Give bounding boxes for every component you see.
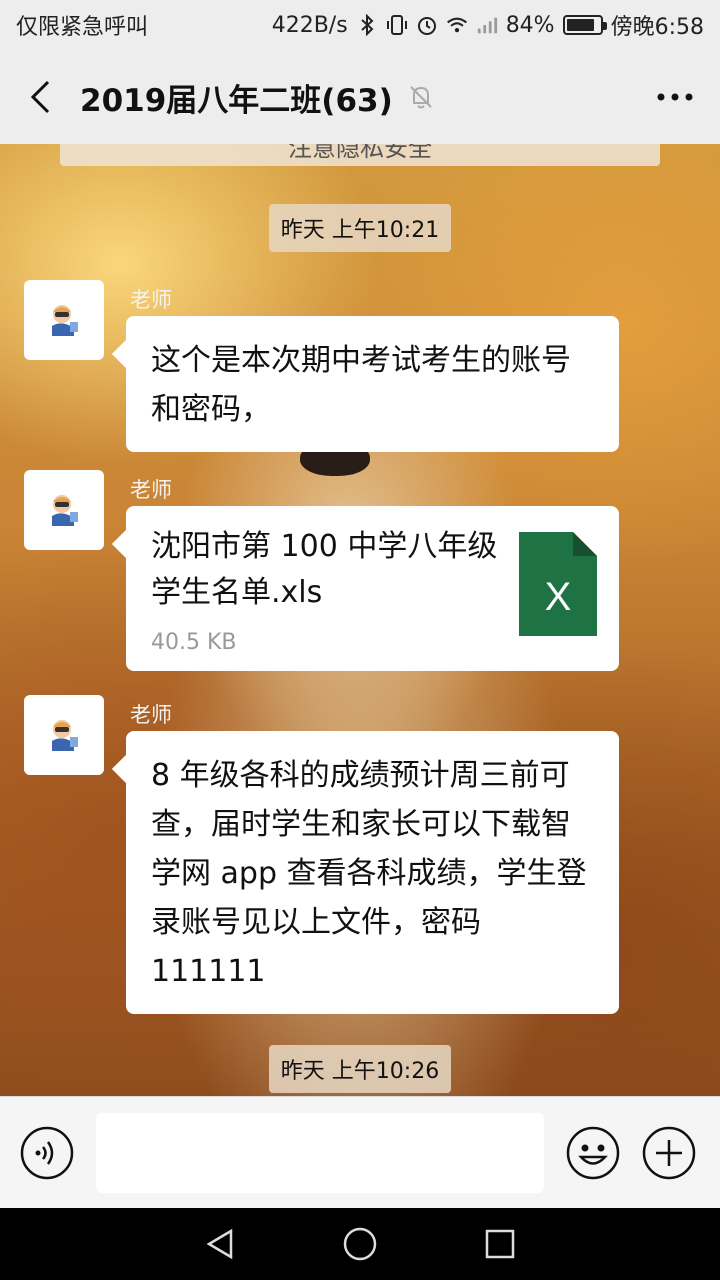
timestamp-text: 昨天 上午10:26 bbox=[268, 1045, 452, 1093]
bell-muted-icon bbox=[407, 82, 437, 112]
message-text: 8 年级各科的成绩预计周三前可查，届时学生和家长可以下载智学网 app 查看各科… bbox=[151, 758, 587, 989]
status-bar: 仅限紧急呼叫 422B/s 84% 傍晚6:58 bbox=[0, 0, 720, 50]
message-bubble[interactable]: 这个是本次期中考试考生的账号和密码， bbox=[126, 316, 619, 452]
message-input[interactable] bbox=[96, 1112, 544, 1193]
voice-icon[interactable] bbox=[18, 1124, 76, 1182]
avatar-cartoon-icon bbox=[52, 495, 78, 526]
message-text: 这个是本次期中考试考生的账号和密码， bbox=[151, 343, 571, 427]
avatar[interactable] bbox=[24, 695, 104, 775]
excel-file-icon: X bbox=[519, 532, 597, 636]
timestamp: 昨天 上午10:21 bbox=[0, 204, 720, 252]
input-bar bbox=[0, 1096, 720, 1208]
more-dots-icon[interactable] bbox=[650, 72, 700, 122]
wifi-icon bbox=[446, 14, 468, 36]
avatar[interactable] bbox=[24, 280, 104, 360]
avatar-cartoon-icon bbox=[52, 720, 78, 751]
nav-back-icon[interactable] bbox=[198, 1222, 242, 1266]
message-bubble[interactable]: 8 年级各科的成绩预计周三前可查，届时学生和家长可以下载智学网 app 查看各科… bbox=[126, 731, 619, 1014]
timestamp-text: 昨天 上午10:21 bbox=[268, 204, 452, 252]
file-name: 沈阳市第 100 中学八年级学生名单.xls bbox=[151, 529, 498, 610]
chat-header: 2019届八年二班(63) bbox=[0, 50, 720, 144]
back-arrow-icon[interactable] bbox=[20, 72, 60, 122]
file-icon-letter: X bbox=[545, 575, 572, 619]
bluetooth-icon bbox=[356, 14, 378, 36]
chat-area[interactable]: 注意隐私安全 昨天 上午10:21 老师 这个是本次期中考试考生的账号和密码， … bbox=[0, 144, 720, 1096]
signal-icon bbox=[476, 14, 498, 36]
plus-icon[interactable] bbox=[640, 1124, 698, 1182]
battery-percent: 84% bbox=[505, 12, 555, 38]
nav-recents-icon[interactable] bbox=[478, 1222, 522, 1266]
emoji-icon[interactable] bbox=[564, 1124, 622, 1182]
status-icons: 422B/s 84% 傍晚6:58 bbox=[272, 9, 704, 41]
avatar-cartoon-icon bbox=[52, 305, 78, 336]
battery-icon bbox=[562, 15, 607, 35]
navigation-bar bbox=[0, 1208, 720, 1280]
carrier-text: 仅限紧急呼叫 bbox=[16, 15, 149, 40]
net-speed: 422B/s bbox=[271, 12, 348, 38]
vibrate-icon bbox=[386, 14, 408, 36]
sender-name: 老师 bbox=[130, 478, 172, 502]
battery-fill bbox=[566, 19, 594, 31]
alarm-icon bbox=[416, 14, 438, 36]
file-message[interactable]: 沈阳市第 100 中学八年级学生名单.xls 40.5 KB X bbox=[126, 506, 619, 671]
file-size: 40.5 KB bbox=[151, 630, 237, 655]
avatar[interactable] bbox=[24, 470, 104, 550]
clock: 傍晚6:58 bbox=[610, 15, 704, 40]
chat-title: 2019届八年二班(63) bbox=[80, 82, 393, 119]
sender-name: 老师 bbox=[130, 703, 172, 727]
sender-name: 老师 bbox=[130, 288, 172, 312]
nav-home-icon[interactable] bbox=[338, 1222, 382, 1266]
privacy-banner: 注意隐私安全 bbox=[60, 144, 660, 166]
file-info: 沈阳市第 100 中学八年级学生名单.xls 40.5 KB bbox=[151, 524, 519, 655]
timestamp: 昨天 上午10:26 bbox=[0, 1045, 720, 1093]
